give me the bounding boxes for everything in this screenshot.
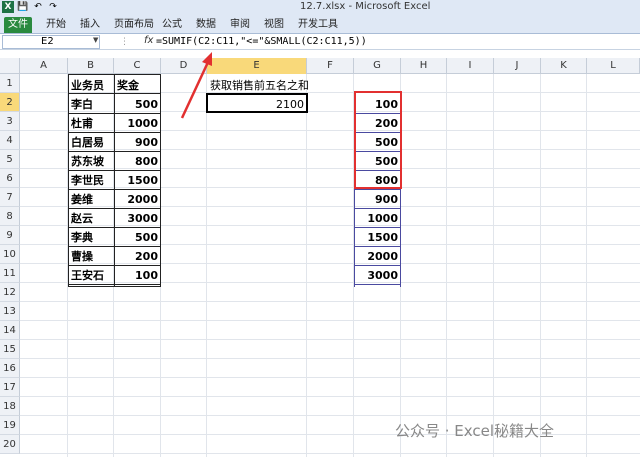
- watermark: 公众号 · Excel秘籍大全: [395, 422, 555, 440]
- tab-formulas[interactable]: 公式: [162, 17, 182, 33]
- gridline-col: [446, 74, 447, 457]
- ribbon-tabs: 文件 开始 插入 页面布局 公式 数据 审阅 视图 开发工具: [0, 14, 640, 34]
- tab-page-layout[interactable]: 页面布局: [114, 17, 154, 33]
- row-header-12[interactable]: 12: [0, 283, 20, 302]
- row-header-9[interactable]: 9: [0, 226, 20, 245]
- row-header-6[interactable]: 6: [0, 169, 20, 188]
- row-header-19[interactable]: 19: [0, 416, 20, 435]
- formula-bar-separator: ⋮: [120, 37, 129, 47]
- excel-app-icon: X: [2, 1, 14, 13]
- row-header-15[interactable]: 15: [0, 340, 20, 359]
- row-header-11[interactable]: 11: [0, 264, 20, 283]
- tab-insert[interactable]: 插入: [80, 17, 100, 33]
- tab-file[interactable]: 文件: [4, 17, 32, 33]
- table-divider: [114, 74, 115, 287]
- tab-developer[interactable]: 开发工具: [298, 17, 338, 33]
- row-header-16[interactable]: 16: [0, 359, 20, 378]
- quick-access-toolbar: X 💾 ↶ ↷: [0, 0, 59, 14]
- row-header-20[interactable]: 20: [0, 435, 20, 454]
- gridline-col: [206, 74, 207, 457]
- active-cell-border: [206, 93, 308, 113]
- column-header-a[interactable]: A: [20, 58, 68, 74]
- row-header-13[interactable]: 13: [0, 302, 20, 321]
- row-header-4[interactable]: 4: [0, 131, 20, 150]
- row-header-5[interactable]: 5: [0, 150, 20, 169]
- column-header-b[interactable]: B: [68, 58, 114, 74]
- column-header-j[interactable]: J: [494, 58, 541, 74]
- formula-input[interactable]: =SUMIF(C2:C11,"<="&SMALL(C2:C11,5)): [156, 35, 367, 49]
- column-header-c[interactable]: C: [114, 58, 161, 74]
- tab-home[interactable]: 开始: [46, 17, 66, 33]
- row-header-18[interactable]: 18: [0, 397, 20, 416]
- column-header-i[interactable]: I: [447, 58, 494, 74]
- row-header-3[interactable]: 3: [0, 112, 20, 131]
- chevron-down-icon[interactable]: ▼: [93, 36, 98, 44]
- row-header-17[interactable]: 17: [0, 378, 20, 397]
- tab-data[interactable]: 数据: [196, 17, 216, 33]
- select-all-corner[interactable]: [0, 58, 20, 74]
- annotation-arrow: [180, 52, 212, 119]
- gridline-col: [540, 74, 541, 457]
- column-header-h[interactable]: H: [401, 58, 447, 74]
- column-header-k[interactable]: K: [541, 58, 587, 74]
- window-title: 12.7.xlsx - Microsoft Excel: [300, 1, 431, 12]
- column-header-row: A B C D E F G H I J K L: [0, 58, 640, 74]
- column-header-f[interactable]: F: [307, 58, 354, 74]
- insert-function-icon[interactable]: fx: [144, 35, 153, 46]
- column-header-l[interactable]: L: [587, 58, 640, 74]
- undo-icon[interactable]: ↶: [32, 1, 44, 13]
- name-box[interactable]: E2: [2, 35, 100, 49]
- row-header-2[interactable]: 2: [0, 93, 20, 112]
- top-five-highlight: [354, 91, 402, 189]
- formula-bar: E2 ▼ ⋮ fx =SUMIF(C2:C11,"<="&SMALL(C2:C1…: [0, 34, 640, 50]
- row-header-7[interactable]: 7: [0, 188, 20, 207]
- title-bar: X 💾 ↶ ↷ 12.7.xlsx - Microsoft Excel: [0, 0, 640, 14]
- gridline-col: [586, 74, 587, 457]
- row-header-14[interactable]: 14: [0, 321, 20, 340]
- gridline-col: [306, 74, 307, 457]
- row-header-8[interactable]: 8: [0, 207, 20, 226]
- save-icon[interactable]: 💾: [17, 1, 29, 13]
- tab-view[interactable]: 视图: [264, 17, 284, 33]
- redo-icon[interactable]: ↷: [47, 1, 59, 13]
- column-header-g[interactable]: G: [354, 58, 401, 74]
- tab-review[interactable]: 审阅: [230, 17, 250, 33]
- row-header-10[interactable]: 10: [0, 245, 20, 264]
- column-header-e[interactable]: E: [207, 58, 307, 74]
- row-header-1[interactable]: 1: [0, 74, 20, 93]
- gridline-col: [493, 74, 494, 457]
